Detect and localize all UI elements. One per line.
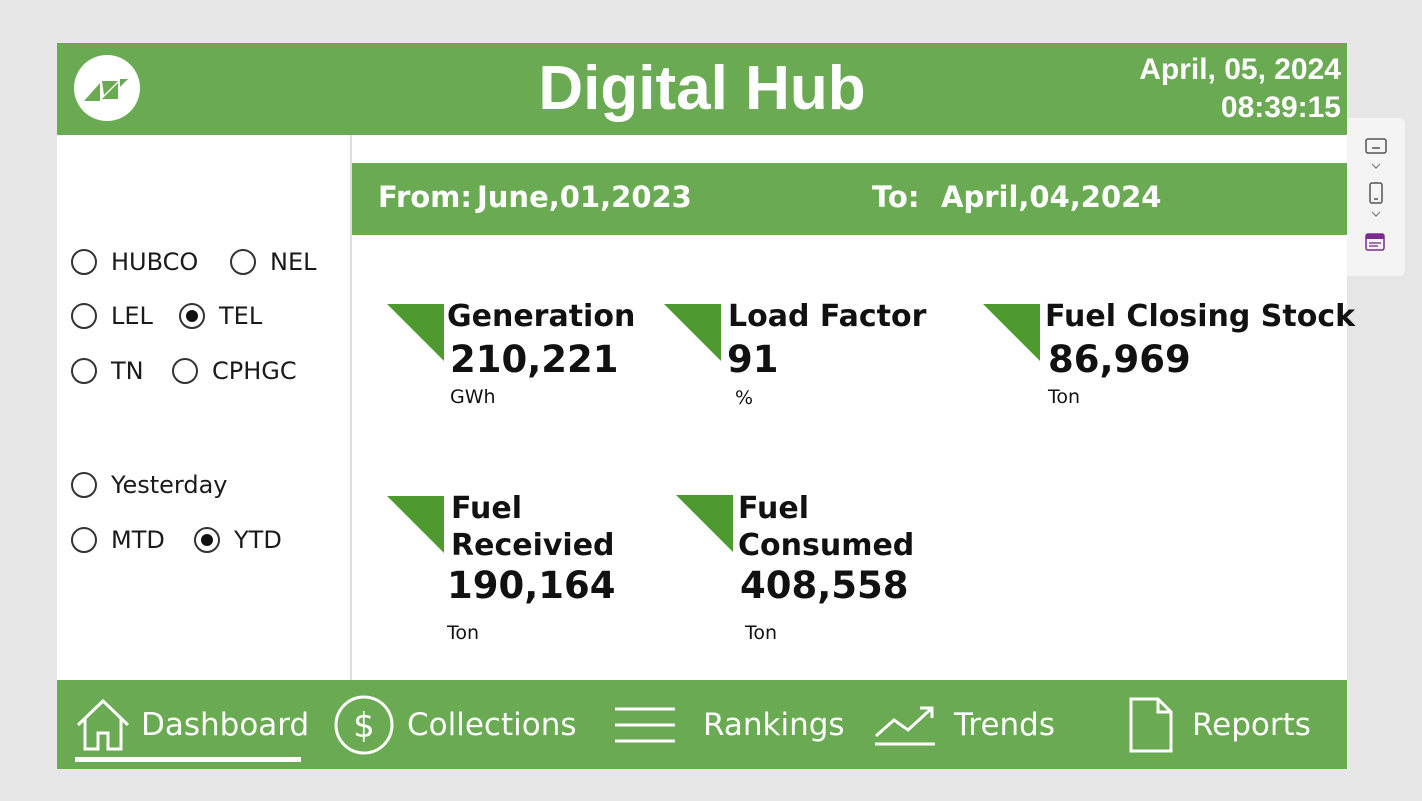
kpi-triangle-icon [387,304,444,361]
active-tab-underline [75,757,301,762]
radio-tel[interactable]: TEL [179,302,262,330]
nav-label: Dashboard [141,706,310,743]
document-icon [1129,697,1173,752]
kpi-label: Load Factor [728,299,927,334]
radio-circle [71,472,97,498]
kpi-triangle-icon [664,304,721,361]
radio-lel[interactable]: LEL [71,302,153,330]
kpi-unit: Ton [1048,386,1081,408]
radio-circle-selected [194,527,220,553]
phone-layout-icon[interactable] [1369,182,1383,204]
radio-nel[interactable]: NEL [230,248,317,276]
to-label: To: [872,180,920,214]
nav-dashboard[interactable]: Dashboard [75,680,309,769]
nav-rankings[interactable]: Rankings [614,680,845,769]
radio-circle [71,303,97,329]
nav-trends[interactable]: Trends [874,680,1055,769]
nav-collections[interactable]: $ Collections [333,680,577,769]
kpi-triangle-icon [676,495,733,552]
kpi-label: Fuel Closing Stock [1045,299,1356,334]
header-datetime: April, 05, 2024 08:39:15 [1139,51,1341,127]
radio-label: CPHGC [212,357,297,385]
header-bar: Digital Hub April, 05, 2024 08:39:15 [57,43,1347,135]
trend-line-icon [875,706,935,745]
kpi-label: Fuel Receivied [451,490,615,564]
radio-label: MTD [111,526,165,554]
date-range-bar: From: June,01,2023 To: April,04,2024 [352,163,1347,235]
kpi-label: Generation [447,299,636,334]
radio-circle [71,249,97,275]
side-tool-panel [1347,118,1405,276]
radio-yesterday[interactable]: Yesterday [71,471,228,499]
nav-label: Rankings [703,706,845,743]
radio-label: HUBCO [111,248,199,276]
main-top-spacer [352,135,1347,163]
kpi-triangle-icon [983,304,1040,361]
chevron-down-icon[interactable] [1371,162,1381,170]
home-icon [76,698,130,750]
radio-label: YTD [234,526,282,554]
radio-label: Yesterday [111,471,228,499]
kpi-label-line: Fuel [451,491,522,526]
kpi-unit: Ton [745,622,778,644]
kpi-unit: % [735,387,754,409]
radio-label: NEL [270,248,317,276]
radio-circle [230,249,256,275]
nav-reports[interactable]: Reports [1128,680,1311,769]
radio-mtd[interactable]: MTD [71,526,165,554]
radio-circle [71,527,97,553]
app-form-icon[interactable] [1365,233,1385,251]
radio-label: TEL [219,302,263,330]
nav-label: Collections [407,706,577,743]
kpi-value: 210,221 [450,338,619,381]
kpi-unit: Ton [447,622,480,644]
to-date: April,04,2024 [941,180,1162,214]
radio-hubco[interactable]: HUBCO [71,248,198,276]
kpi-triangle-icon [387,496,444,553]
kpi-value: 91 [727,338,779,381]
tablet-layout-icon[interactable] [1365,138,1387,154]
filter-sidebar: HUBCO NEL LEL TEL TN CPHGC Yesterday MTD… [57,135,352,680]
list-lines-icon [615,707,675,742]
chevron-down-icon[interactable] [1371,210,1381,218]
svg-text:$: $ [353,706,375,746]
radio-circle-selected [179,303,205,329]
nav-label: Trends [954,706,1055,743]
header-time: 08:39:15 [1220,91,1341,124]
radio-ytd[interactable]: YTD [194,526,282,554]
kpi-label-line: Receivied [451,528,615,563]
kpi-value: 190,164 [447,564,616,607]
dollar-circle-icon: $ [334,695,394,754]
radio-circle [172,358,198,384]
kpi-label-line: Fuel [738,491,809,526]
radio-label: LEL [111,302,153,330]
from-date: June,01,2023 [477,180,692,214]
radio-tn[interactable]: TN [71,357,144,385]
kpi-label-line: Consumed [738,528,915,563]
kpi-value: 408,558 [740,564,909,607]
header-date: April, 05, 2024 [1139,53,1341,86]
radio-cphgc[interactable]: CPHGC [172,357,297,385]
kpi-unit: GWh [450,386,496,408]
nav-label: Reports [1192,706,1311,743]
kpi-label: Fuel Consumed [738,490,914,564]
app-frame: Digital Hub April, 05, 2024 08:39:15 HUB… [57,43,1355,769]
radio-circle [71,358,97,384]
bottom-nav-bar: Dashboard $ Collections Rankings Trends … [57,680,1347,769]
radio-label: TN [111,357,144,385]
from-label: From: [378,180,472,214]
kpi-value: 86,969 [1048,338,1191,381]
